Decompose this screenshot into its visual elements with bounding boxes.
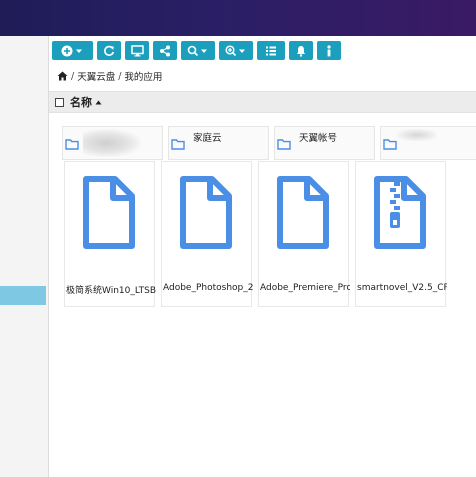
list-view-button[interactable] bbox=[257, 41, 285, 60]
monitor-icon bbox=[130, 44, 144, 56]
breadcrumb-separator: / bbox=[118, 70, 122, 82]
select-all-checkbox[interactable] bbox=[55, 97, 64, 107]
document-icon bbox=[180, 176, 232, 249]
document-icon bbox=[277, 176, 329, 249]
breadcrumb: / 天翼云盘 / 我的应用 bbox=[57, 69, 162, 83]
file-name: Adobe_Premiere_Pro bbox=[260, 283, 350, 293]
sort-asc-icon[interactable] bbox=[95, 100, 102, 105]
folder-icon bbox=[65, 139, 79, 150]
add-circle-icon bbox=[61, 45, 82, 56]
folder-item[interactable] bbox=[62, 126, 163, 160]
file-item[interactable]: smartnovel_V2.5_CPU bbox=[355, 161, 447, 307]
refresh-button[interactable] bbox=[97, 41, 121, 60]
document-icon bbox=[83, 176, 135, 249]
add-menu-button[interactable] bbox=[52, 41, 93, 60]
breadcrumb-item-root[interactable]: 天翼云盘 bbox=[77, 69, 115, 83]
zoom-menu-button[interactable] bbox=[219, 41, 253, 60]
toolbar bbox=[52, 41, 341, 61]
list-view-icon bbox=[266, 46, 276, 55]
folder-item[interactable]: 天翼帐号 bbox=[274, 126, 375, 160]
folder-item[interactable]: 家庭云 bbox=[168, 126, 269, 160]
folder-icon bbox=[171, 139, 185, 150]
file-name: Adobe_Photoshop_20 bbox=[163, 283, 253, 293]
refresh-icon bbox=[104, 45, 115, 56]
home-icon[interactable] bbox=[57, 71, 68, 81]
folder-name: 家庭云 bbox=[193, 133, 222, 144]
zoom-in-icon bbox=[225, 44, 245, 56]
search-menu-button[interactable] bbox=[181, 41, 215, 60]
folder-icon bbox=[383, 139, 397, 150]
breadcrumb-item-current[interactable]: 我的应用 bbox=[124, 69, 162, 83]
share-icon bbox=[160, 45, 170, 56]
redacted-name bbox=[397, 129, 437, 141]
notifications-button[interactable] bbox=[289, 41, 313, 60]
folder-item[interactable] bbox=[380, 126, 476, 160]
file-name: 极简系统Win10_LTSB bbox=[66, 286, 156, 296]
info-button[interactable] bbox=[317, 41, 341, 60]
file-name: smartnovel_V2.5_CPU bbox=[357, 283, 447, 293]
desktop-button[interactable] bbox=[125, 41, 149, 60]
folder-icon bbox=[277, 139, 291, 150]
file-item[interactable]: 极简系统Win10_LTSB bbox=[64, 161, 156, 307]
share-button[interactable] bbox=[153, 41, 177, 60]
name-column-header[interactable]: 名称 bbox=[70, 94, 92, 110]
file-item[interactable]: Adobe_Photoshop_20 bbox=[161, 161, 253, 307]
zip-archive-icon bbox=[374, 176, 426, 249]
sidebar-selected-item[interactable] bbox=[0, 286, 46, 305]
sidebar bbox=[0, 36, 48, 477]
breadcrumb-separator: / bbox=[71, 70, 75, 82]
folder-name: 天翼帐号 bbox=[299, 133, 338, 144]
file-browser: / 天翼云盘 / 我的应用 名称 家庭云 天翼帐号 极简系统Win10_LTSB… bbox=[48, 36, 476, 477]
top-header-bar bbox=[0, 0, 476, 36]
file-item[interactable]: Adobe_Premiere_Pro bbox=[258, 161, 350, 307]
redacted-name bbox=[83, 129, 141, 157]
info-icon bbox=[327, 44, 331, 56]
bell-icon bbox=[296, 45, 306, 57]
list-header: 名称 bbox=[49, 91, 476, 113]
search-icon bbox=[187, 45, 207, 56]
